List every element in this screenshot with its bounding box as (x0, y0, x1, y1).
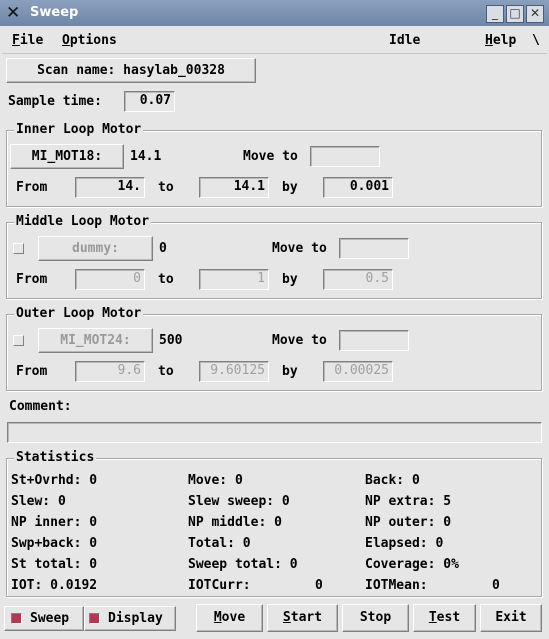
inner-by-input[interactable]: 0.001 (323, 177, 393, 198)
stat-2-0: NP inner: 0 (11, 515, 98, 530)
middle-by-label: by (282, 272, 298, 287)
menu-bar: File Options Idle Help \ (2, 27, 547, 54)
stop-button[interactable]: Stop (342, 604, 409, 632)
inner-motor-button[interactable]: MI_MOT18: (10, 144, 124, 169)
outer-enable-checkbox[interactable] (13, 335, 24, 346)
sweep-checkbox[interactable] (11, 613, 22, 624)
middle-position: 0 (159, 241, 167, 256)
middle-enable-checkbox[interactable] (13, 243, 24, 254)
display-label: Display (108, 611, 163, 626)
stat-4-0: St total: 0 (11, 557, 98, 572)
inner-to-input[interactable]: 14.1 (199, 177, 269, 198)
outer-motor-button[interactable]: MI_MOT24: (38, 328, 153, 353)
sample-time-input[interactable]: 0.07 (124, 91, 175, 112)
inner-loop-title: Inner Loop Motor (14, 122, 144, 137)
menu-help-tail: \ (532, 33, 540, 48)
middle-to-label: to (158, 272, 174, 287)
stat-5-0: IOT: 0.0192 (11, 578, 98, 593)
outer-by-input[interactable]: 0.00025 (323, 361, 393, 382)
stat-0-2: Back: 0 (365, 473, 420, 488)
test-button[interactable]: Test (413, 604, 476, 632)
stat-4-2: Coverage: 0% (365, 557, 459, 572)
middle-from-input[interactable]: 0 (75, 269, 145, 290)
inner-from-label: From (16, 180, 48, 195)
outer-position: 500 (159, 333, 183, 348)
outer-move-to-label: Move to (272, 333, 327, 348)
maximize-icon[interactable]: □ (506, 5, 524, 23)
stat-3-0: Swp+back: 0 (11, 536, 98, 551)
inner-to-label: to (158, 180, 174, 195)
middle-move-to-label: Move to (272, 241, 327, 256)
stat-2-1: NP middle: 0 (188, 515, 282, 530)
x-window-icon[interactable]: ✕ (6, 4, 24, 22)
iotmean-value: 0 (492, 578, 500, 593)
iotcurr-value: 0 (315, 578, 323, 593)
outer-loop-title: Outer Loop Motor (14, 306, 144, 321)
start-button[interactable]: Start (267, 604, 338, 632)
stat-4-1: Sweep total: 0 (188, 557, 298, 572)
status-label: Idle (389, 33, 421, 48)
middle-loop-title: Middle Loop Motor (14, 214, 152, 229)
stat-3-2: Elapsed: 0 (365, 536, 444, 551)
exit-button[interactable]: Exit (480, 604, 542, 632)
comment-label: Comment: (9, 399, 72, 414)
scan-name-button[interactable]: Scan name: hasylab_00328 (6, 58, 256, 83)
title-bar: ✕ Sweep _ □ ✕ (0, 0, 549, 26)
middle-move-to-input[interactable] (339, 238, 409, 259)
stat-5-2: IOTMean: (365, 578, 428, 593)
middle-from-label: From (16, 272, 48, 287)
stat-0-1: Move: 0 (188, 473, 243, 488)
stat-5-1: IOTCurr: (188, 578, 251, 593)
outer-by-label: by (282, 364, 298, 379)
outer-to-label: to (158, 364, 174, 379)
inner-by-label: by (282, 180, 298, 195)
middle-to-input[interactable]: 1 (199, 269, 269, 290)
move-button[interactable]: Move (196, 604, 263, 632)
inner-move-to-label: Move to (243, 149, 298, 164)
outer-from-input[interactable]: 9.6 (75, 361, 145, 382)
sweep-label: Sweep (30, 611, 70, 626)
middle-motor-button[interactable]: dummy: (38, 236, 153, 261)
statistics-title: Statistics (14, 450, 97, 465)
close-icon[interactable]: ✕ (526, 5, 544, 23)
menu-file[interactable]: File (12, 33, 43, 48)
stat-3-1: Total: 0 (188, 536, 251, 551)
stat-0-0: St+Ovrhd: 0 (11, 473, 98, 488)
stat-1-2: NP extra: 5 (365, 494, 452, 509)
comment-input[interactable] (7, 422, 542, 443)
stat-1-0: Slew: 0 (11, 494, 66, 509)
outer-from-label: From (16, 364, 48, 379)
stat-2-2: NP outer: 0 (365, 515, 452, 530)
minimize-icon[interactable]: _ (486, 5, 504, 23)
stat-1-1: Slew sweep: 0 (188, 494, 290, 509)
sample-time-label: Sample time: (8, 94, 102, 109)
display-checkbox[interactable] (89, 613, 100, 624)
inner-from-input[interactable]: 14. (75, 177, 145, 198)
window-title: Sweep (30, 5, 79, 20)
outer-to-input[interactable]: 9.60125 (199, 361, 269, 382)
middle-by-input[interactable]: 0.5 (323, 269, 393, 290)
inner-move-to-input[interactable] (310, 146, 380, 167)
outer-move-to-input[interactable] (339, 330, 409, 351)
menu-help[interactable]: Help (485, 33, 516, 48)
inner-position: 14.1 (130, 149, 162, 164)
menu-options[interactable]: Options (62, 33, 117, 48)
